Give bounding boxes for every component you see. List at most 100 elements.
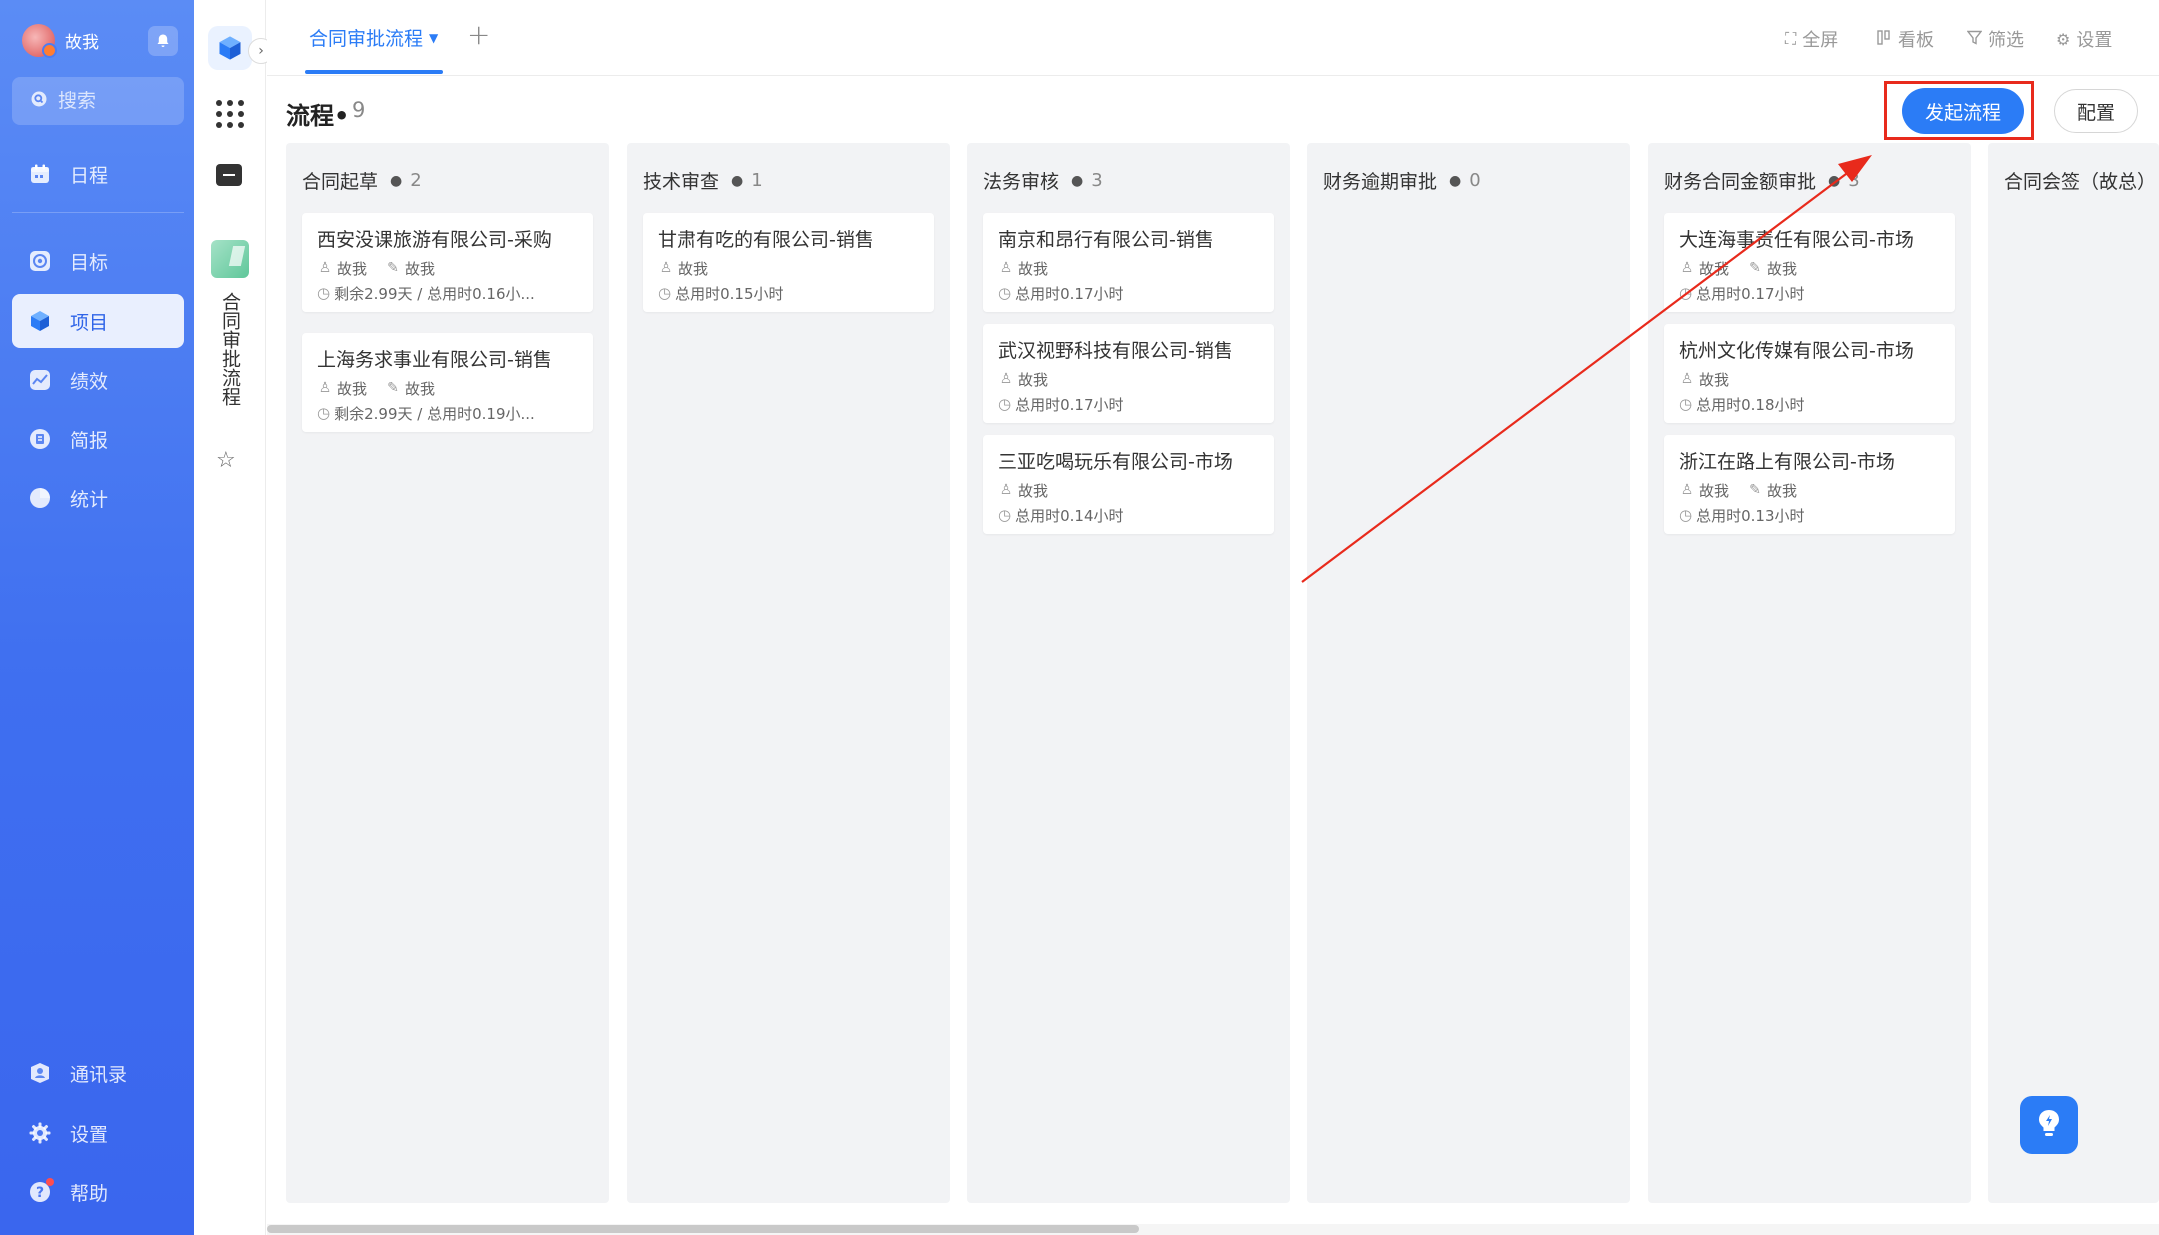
column-count: 3 (1091, 170, 1103, 191)
action-label: 筛选 (1988, 30, 2024, 51)
card-approver: 故我 (1767, 481, 1798, 500)
edit-icon: ✎ (387, 260, 399, 276)
process-card[interactable]: 南京和昂行有限公司-销售 ♙ 故我 ◷ 总用时0.17小时 (983, 213, 1274, 312)
search-box[interactable] (12, 77, 184, 125)
tab-contract-approval[interactable]: 合同审批流程 ▼ (309, 24, 438, 51)
assistant-button[interactable] (2020, 1096, 2078, 1154)
sidebar-item-label: 通讯录 (70, 1063, 128, 1086)
user-icon: ♙ (999, 260, 1013, 276)
sidebar-item-performance[interactable]: 绩效 (12, 353, 184, 407)
column-header[interactable]: 法务审核 ● 3 (983, 167, 1103, 194)
sidebar-item-projects[interactable]: 项目 (12, 294, 184, 348)
process-card[interactable]: 三亚吃喝玩乐有限公司-市场 ♙ 故我 ◷ 总用时0.14小时 (983, 435, 1274, 534)
column-title: 财务逾期审批 (1323, 171, 1438, 193)
card-title: 浙江在路上有限公司-市场 (1679, 451, 1895, 473)
horizontal-scrollbar-thumb[interactable] (267, 1225, 1139, 1233)
folder-icon[interactable] (216, 164, 242, 186)
process-card[interactable]: 甘肃有吃的有限公司-销售 ♙ 故我 ◷ 总用时0.15小时 (643, 213, 934, 312)
process-card[interactable]: 大连海事责任有限公司-市场 ♙ 故我 ✎ 故我 ◷ 总用时0.17小时 (1664, 213, 1955, 312)
column-header[interactable]: 合同会签（故总） (2004, 167, 2156, 194)
gear-icon: ⚙ (2056, 29, 2071, 49)
user-icon: ♙ (1680, 260, 1694, 276)
card-title: 武汉视野科技有限公司-销售 (998, 340, 1233, 362)
sidebar-item-statistics[interactable]: 统计 (12, 471, 184, 525)
sidebar-item-contacts[interactable]: 通讯录 (12, 1046, 184, 1100)
caret-down-icon[interactable]: ▼ (429, 31, 438, 45)
star-icon[interactable]: ☆ (216, 448, 236, 473)
search-icon (30, 90, 48, 113)
action-label: 设置 (2076, 30, 2113, 51)
sidebar-item-schedule[interactable]: 日程 (12, 147, 184, 201)
filter-button[interactable]: 筛选 (1966, 26, 2024, 52)
sidebar-item-goals[interactable]: 目标 (12, 234, 184, 288)
process-count: 9 (352, 98, 366, 122)
clock-icon: ◷ (998, 284, 1012, 302)
edit-icon: ✎ (1749, 482, 1761, 498)
avatar[interactable] (22, 23, 57, 58)
board-column: 合同会签（故总） (1988, 143, 2159, 1203)
project-thumbnail[interactable] (211, 240, 249, 278)
process-card[interactable]: 上海务求事业有限公司-销售 ♙ 故我 ✎ 故我 ◷ 剩余2.99天 / 总用时0.19… (302, 333, 593, 432)
sidebar-divider (12, 212, 184, 213)
clock-icon: ◷ (998, 506, 1012, 524)
process-card[interactable]: 西安没课旅游有限公司-采购 ♙ 故我 ✎ 故我 ◷ 剩余2.99天 / 总用时0.16… (302, 213, 593, 312)
column-title: 合同起草 (302, 171, 379, 193)
clock-icon: ◷ (1679, 284, 1693, 302)
main-sidebar: 故我 日程 目标 项目 绩效 (0, 0, 194, 1235)
settings-button[interactable]: ⚙ 设置 (2056, 26, 2112, 52)
sidebar-item-help[interactable]: ? 帮助 (12, 1165, 184, 1219)
process-card[interactable]: 杭州文化传媒有限公司-市场 ♙ 故我 ◷ 总用时0.18小时 (1664, 324, 1955, 423)
pie-icon (28, 486, 52, 510)
card-time: 总用时0.17小时 (1015, 284, 1124, 303)
project-sidebar: › 合同审批流程 ☆ (194, 0, 274, 1235)
fullscreen-button[interactable]: ⛶ 全屏 (1785, 26, 1838, 52)
project-app-icon[interactable] (208, 26, 252, 70)
user-icon: ♙ (999, 371, 1013, 387)
kanban-button[interactable]: 看板 (1877, 26, 1934, 52)
card-title: 杭州文化传媒有限公司-市场 (1679, 340, 1914, 362)
sidebar-item-label: 统计 (70, 488, 109, 511)
user-icon: ♙ (1680, 482, 1694, 498)
card-owner: 故我 (1699, 481, 1730, 500)
user-icon: ♙ (318, 260, 332, 276)
action-label: 全屏 (1802, 30, 1839, 51)
board-column: 财务合同金额审批 ● 3 大连海事责任有限公司-市场 ♙ 故我 ✎ 故我 ◷ 总用时0.1… (1648, 143, 1971, 1203)
column-title: 法务审核 (983, 171, 1060, 193)
project-name-vertical[interactable]: 合同审批流程 (218, 292, 242, 406)
card-title: 南京和昂行有限公司-销售 (998, 229, 1214, 251)
user-icon: ♙ (318, 380, 332, 396)
sidebar-item-label: 帮助 (70, 1182, 109, 1205)
process-card[interactable]: 浙江在路上有限公司-市场 ♙ 故我 ✎ 故我 ◷ 总用时0.13小时 (1664, 435, 1955, 534)
search-input[interactable] (58, 90, 168, 112)
bell-icon[interactable] (148, 26, 178, 56)
calendar-icon (28, 162, 52, 186)
column-header[interactable]: 财务合同金额审批 ● 3 (1664, 167, 1860, 194)
user-profile[interactable]: 故我 (22, 22, 182, 58)
sidebar-item-label: 项目 (70, 311, 109, 334)
page-title: 流程• (286, 102, 350, 130)
sidebar-item-label: 简报 (70, 429, 109, 452)
card-title: 西安没课旅游有限公司-采购 (317, 229, 552, 251)
add-tab-icon[interactable]: + (467, 18, 490, 51)
sidebar-item-settings[interactable]: 设置 (12, 1106, 184, 1160)
apps-grid-icon[interactable] (216, 100, 244, 128)
help-icon: ? (28, 1178, 54, 1204)
config-button[interactable]: 配置 (2054, 89, 2138, 133)
gear-icon (28, 1121, 52, 1145)
clock-icon: ◷ (998, 395, 1012, 413)
start-process-button[interactable]: 发起流程 (1902, 88, 2024, 134)
user-icon: ♙ (1680, 371, 1694, 387)
sidebar-item-label: 绩效 (70, 370, 109, 393)
filter-icon (1966, 30, 1983, 49)
card-time: 总用时0.17小时 (1015, 395, 1124, 414)
sidebar-item-label: 设置 (70, 1123, 109, 1146)
card-owner: 故我 (1699, 370, 1730, 389)
card-time: 剩余2.99天 / 总用时0.19小... (334, 404, 535, 423)
sidebar-item-briefing[interactable]: 简报 (12, 412, 184, 466)
column-header[interactable]: 财务逾期审批 ● 0 (1323, 167, 1481, 194)
tab-label: 合同审批流程 (309, 28, 424, 50)
card-owner: 故我 (337, 379, 368, 398)
column-header[interactable]: 技术审查 ● 1 (643, 167, 763, 194)
process-card[interactable]: 武汉视野科技有限公司-销售 ♙ 故我 ◷ 总用时0.17小时 (983, 324, 1274, 423)
column-header[interactable]: 合同起草 ● 2 (302, 167, 422, 194)
